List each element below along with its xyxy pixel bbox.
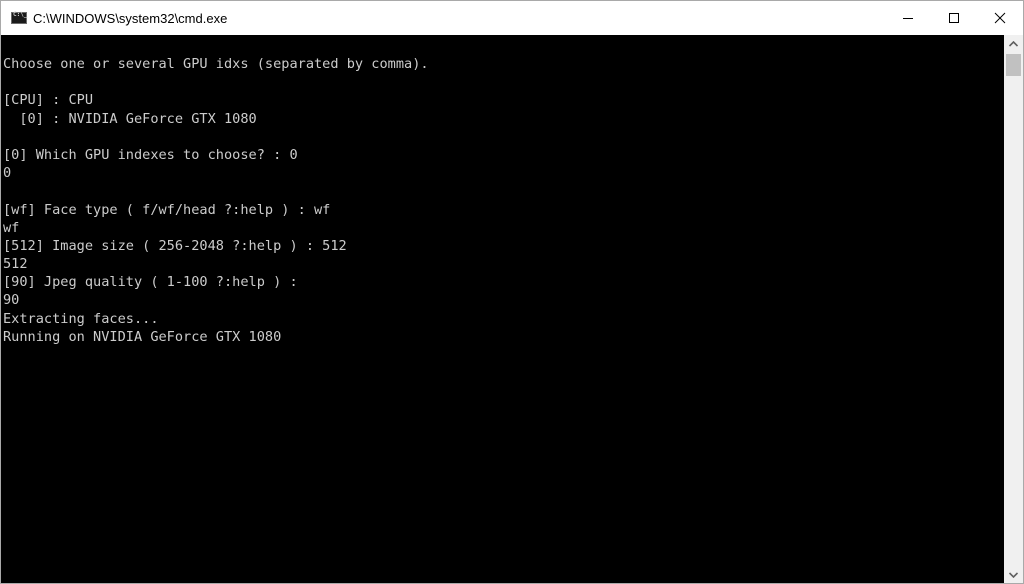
maximize-icon: [949, 13, 959, 23]
title-bar[interactable]: C:\WINDOWS\system32\cmd.exe: [1, 1, 1023, 35]
console-text: Choose one or several GPU idxs (separate…: [1, 35, 1004, 346]
console-line: [90] Jpeg quality ( 1-100 ?:help ) :: [3, 274, 298, 291]
close-icon: [994, 12, 1006, 24]
console-line: [CPU] : CPU: [3, 92, 94, 109]
console-line: [0] : NVIDIA GeForce GTX 1080: [3, 110, 257, 127]
console-line: [512] Image size ( 256-2048 ?:help ) : 5…: [3, 237, 347, 254]
maximize-button[interactable]: [931, 1, 977, 35]
console-line: [0] Which GPU indexes to choose? : 0: [3, 146, 298, 163]
cmd-icon: [11, 11, 27, 24]
console-line: wf: [3, 219, 20, 236]
window-controls: [885, 1, 1023, 35]
minimize-button[interactable]: [885, 1, 931, 35]
console-output[interactable]: Choose one or several GPU idxs (separate…: [1, 35, 1004, 583]
console-line: 512: [3, 256, 28, 273]
scroll-up-button[interactable]: [1004, 35, 1023, 52]
chevron-down-icon: [1009, 571, 1018, 578]
chevron-up-icon: [1009, 40, 1018, 47]
window-title: C:\WINDOWS\system32\cmd.exe: [33, 10, 228, 26]
vertical-scrollbar[interactable]: [1004, 35, 1023, 583]
minimize-icon: [903, 18, 913, 19]
console-line: Choose one or several GPU idxs (separate…: [3, 56, 429, 72]
console-line: Extracting faces...: [3, 310, 159, 327]
console-line: Running on NVIDIA GeForce GTX 1080: [3, 328, 282, 345]
cmd-window: C:\WINDOWS\system32\cmd.exe Choose one: [0, 0, 1024, 584]
console-line: 90: [3, 292, 20, 309]
scroll-down-button[interactable]: [1004, 566, 1023, 583]
close-button[interactable]: [977, 1, 1023, 35]
scrollbar-thumb[interactable]: [1006, 54, 1021, 76]
console-line: 0: [3, 165, 12, 182]
console-line: [wf] Face type ( f/wf/head ?:help ) : wf: [3, 201, 331, 218]
